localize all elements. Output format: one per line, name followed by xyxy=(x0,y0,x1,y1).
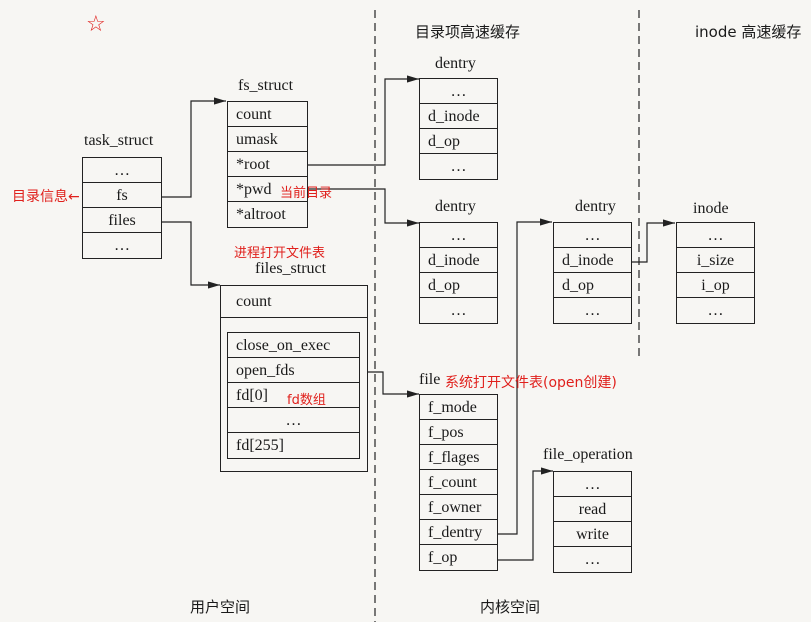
fs-struct-field: *altroot xyxy=(236,206,286,223)
dentry-title: dentry xyxy=(575,198,616,215)
task-struct-field-files: files xyxy=(83,208,161,233)
dentry-field: … xyxy=(584,302,601,319)
inode-field: … xyxy=(677,223,754,248)
file-field-f-op: f_op xyxy=(428,549,458,566)
fd-annotation: fd数组 xyxy=(287,393,326,408)
dentry-field: d_inode xyxy=(420,248,497,273)
files-annotation: 进程打开文件表 xyxy=(234,246,326,261)
dentry-field: … xyxy=(450,158,467,175)
files-struct-field: … xyxy=(228,408,359,433)
fs-annotation: 目录信息← xyxy=(12,189,80,205)
task-struct-box: … fs files … xyxy=(82,157,162,259)
file-operation-field: … xyxy=(554,472,631,497)
fs-struct-box: count umask *root *pwd *altroot xyxy=(227,101,308,228)
file-field: f_count xyxy=(420,470,497,495)
arrow-d-inode-to-inode xyxy=(631,219,675,263)
dentry-field: … xyxy=(554,223,631,248)
task-struct-title: task_struct xyxy=(84,132,154,149)
dentry-field: … xyxy=(420,223,497,248)
inode-field: i_op xyxy=(677,273,754,298)
file-field: f_owner xyxy=(420,495,497,520)
files-struct-count: count xyxy=(221,286,367,318)
file-title: file xyxy=(419,371,441,388)
dentry-cache-label: 目录项高速缓存 xyxy=(415,23,521,41)
fs-struct-field: umask xyxy=(228,127,307,152)
files-struct-field: fd[255] xyxy=(236,437,284,454)
fs-struct-field-root: *root xyxy=(228,152,307,177)
star-icon: ☆ xyxy=(86,12,106,37)
fs-struct-title: fs_struct xyxy=(238,77,294,94)
files-struct-box: count close_on_exec open_fds fd[0] … fd[… xyxy=(220,285,368,472)
files-struct-field: open_fds xyxy=(228,358,359,383)
dentry-title: dentry xyxy=(435,55,476,72)
task-struct-field-fs: fs xyxy=(83,183,161,208)
inode-field: i_size xyxy=(677,248,754,273)
dentry-box-pwd: … d_inode d_op … xyxy=(419,222,498,324)
file-operation-field: … xyxy=(584,551,601,568)
dentry-field: … xyxy=(420,79,497,104)
dentry-field: d_inode xyxy=(420,104,497,129)
dentry-title: dentry xyxy=(435,198,476,215)
files-struct-field: close_on_exec xyxy=(228,333,359,358)
arrow-f-op-to-file-operation xyxy=(497,467,553,561)
file-field: f_mode xyxy=(420,395,497,420)
arrow-files-to-files-struct xyxy=(161,221,220,289)
file-operation-field-write: write xyxy=(554,522,631,547)
fs-struct-field: count xyxy=(228,102,307,127)
inode-title: inode xyxy=(693,200,729,217)
inode-box: … i_size i_op … xyxy=(676,222,755,324)
files-struct-title: files_struct xyxy=(255,260,327,277)
dentry-field: d_op xyxy=(554,273,631,298)
file-field: f_flages xyxy=(420,445,497,470)
arrow-fs-to-fs-struct xyxy=(161,97,226,198)
file-operation-title: file_operation xyxy=(543,446,633,463)
file-annotation: 系统打开文件表(open创建) xyxy=(445,375,617,391)
dentry-box-root: … d_inode d_op … xyxy=(419,78,498,180)
dentry-field: d_op xyxy=(420,273,497,298)
file-operation-field-read: read xyxy=(554,497,631,522)
inode-field: … xyxy=(707,302,724,319)
inode-cache-label: inode 高速缓存 xyxy=(695,23,802,41)
dentry-box-file: … d_inode d_op … xyxy=(553,222,632,324)
arrow-root-to-dentry xyxy=(307,75,419,166)
task-struct-field: … xyxy=(83,158,161,183)
file-box: f_mode f_pos f_flages f_count f_owner f_… xyxy=(419,394,498,571)
kernel-space-label: 内核空间 xyxy=(480,598,541,616)
pwd-annotation: 当前目录 xyxy=(280,186,333,201)
user-space-label: 用户空间 xyxy=(190,598,251,616)
file-field: f_pos xyxy=(420,420,497,445)
file-operation-box: … read write … xyxy=(553,471,632,573)
dentry-field: d_op xyxy=(420,129,497,154)
file-field-f-dentry: f_dentry xyxy=(420,520,497,545)
dentry-field: … xyxy=(450,302,467,319)
task-struct-field: … xyxy=(114,237,130,254)
dentry-field: d_inode xyxy=(554,248,631,273)
